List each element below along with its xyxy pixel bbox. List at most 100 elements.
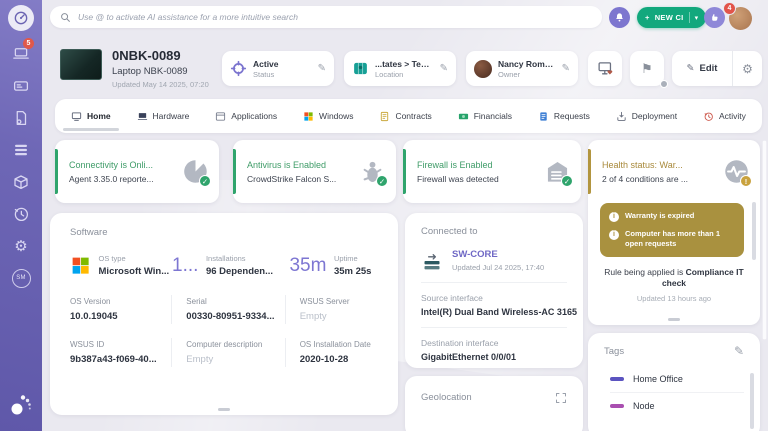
field-value: Empty bbox=[186, 354, 274, 365]
installations-sub: 96 Dependen... bbox=[206, 266, 282, 277]
warning-text: Computer has more than 1 open requests bbox=[625, 229, 735, 249]
connected-device-row[interactable]: SW-CORE Updated Jul 24 2025, 17:40 bbox=[421, 249, 567, 272]
notifications-button[interactable] bbox=[609, 7, 630, 28]
tab-home[interactable]: Home bbox=[71, 111, 111, 122]
field-computer-description: Computer description Empty bbox=[171, 338, 284, 367]
sidebar-item-sm[interactable]: SM bbox=[11, 268, 31, 288]
expand-icon[interactable] bbox=[555, 392, 567, 404]
new-ci-label: NEW CI bbox=[655, 13, 684, 22]
tab-activity[interactable]: Activity bbox=[703, 111, 746, 122]
devices-count-badge: 5 bbox=[23, 38, 34, 49]
new-ci-button[interactable]: + NEW CI ▾ bbox=[637, 7, 706, 28]
brand-logo bbox=[8, 392, 34, 418]
tags-scrollbar[interactable] bbox=[750, 373, 754, 429]
sidebar-item-database[interactable] bbox=[11, 140, 31, 160]
destination-interface-value: GigabitEthernet 0/0/01 bbox=[421, 352, 567, 362]
tags-panel: Tags ✎ Home Office Node bbox=[588, 333, 760, 431]
antivirus-status-card: Antivirus is Enabled CrowdStrike Falcon … bbox=[233, 140, 396, 203]
device-thumbnail bbox=[60, 49, 102, 80]
brand-spinner-icon bbox=[8, 392, 34, 418]
tab-contracts[interactable]: Contracts bbox=[379, 111, 431, 122]
connectivity-title: Connectivity is Onli... bbox=[69, 160, 154, 170]
geolocation-panel: Geolocation bbox=[405, 376, 583, 431]
info-bullet-icon: i bbox=[609, 212, 619, 222]
feedback-button[interactable] bbox=[704, 7, 725, 28]
edit-status-icon[interactable]: ✎ bbox=[318, 64, 326, 74]
field-os-version: OS Version 10.0.19045 bbox=[70, 295, 171, 324]
location-label: Location bbox=[375, 70, 434, 79]
field-value: 2020-10-28 bbox=[300, 354, 376, 365]
remote-monitor-button[interactable] bbox=[588, 51, 622, 86]
location-chip[interactable]: ...tates > Texas Location ✎ bbox=[344, 51, 456, 86]
status-chip[interactable]: Active Status ✎ bbox=[222, 51, 334, 86]
software-fields: OS Version 10.0.19045 Serial 00330-80951… bbox=[70, 295, 386, 367]
page-scrollbar[interactable] bbox=[762, 140, 767, 340]
tab-label: Contracts bbox=[395, 111, 431, 121]
requests-doc-icon bbox=[538, 111, 549, 122]
sidebar-item-history[interactable] bbox=[11, 204, 31, 224]
app-logo[interactable] bbox=[8, 5, 34, 31]
tab-hardware[interactable]: Hardware bbox=[137, 111, 190, 122]
tab-requests[interactable]: Requests bbox=[538, 111, 590, 122]
health-icon-wrap: ! bbox=[723, 158, 750, 185]
page-title: 0NBK-0089 bbox=[112, 48, 209, 63]
tab-windows[interactable]: Windows bbox=[303, 111, 353, 122]
tab-applications[interactable]: Applications bbox=[215, 111, 277, 122]
windows-logo-icon bbox=[70, 255, 91, 276]
connected-to-title: Connected to bbox=[421, 226, 567, 237]
source-interface-label: Source interface bbox=[421, 293, 567, 303]
edit-button[interactable]: ✎ Edit bbox=[672, 51, 732, 86]
field-value: 10.0.19045 bbox=[70, 311, 161, 322]
source-interface-value: Intel(R) Dual Band Wireless-AC 3165 bbox=[421, 307, 567, 317]
sidebar-item-contracts[interactable] bbox=[11, 108, 31, 128]
field-wsus-id: WSUS ID 9b387a43-f069-40... bbox=[70, 338, 171, 367]
tab-financials[interactable]: Financials bbox=[458, 111, 512, 122]
antivirus-title: Antivirus is Enabled bbox=[247, 160, 336, 170]
tag-item[interactable]: Node bbox=[610, 392, 744, 419]
edit-owner-icon[interactable]: ✎ bbox=[562, 64, 570, 74]
owner-avatar bbox=[474, 60, 492, 78]
field-label: WSUS Server bbox=[300, 297, 376, 306]
tab-label: Windows bbox=[319, 111, 353, 121]
connectivity-status-card: Connectivity is Onli... Agent 3.35.0 rep… bbox=[55, 140, 219, 203]
gear-icon: ⚙ bbox=[742, 62, 753, 76]
search-input[interactable] bbox=[78, 12, 592, 22]
gear-icon: ⚙ bbox=[14, 239, 27, 254]
tag-label: Node bbox=[633, 401, 655, 411]
connected-to-panel: Connected to SW-CORE Updated Jul 24 2025… bbox=[405, 213, 583, 368]
tab-label: Activity bbox=[719, 111, 746, 121]
check-badge: ✓ bbox=[561, 175, 573, 187]
sidebar-item-packages[interactable] bbox=[11, 172, 31, 192]
flag-button[interactable]: ⚑ bbox=[630, 51, 664, 86]
tab-label: Home bbox=[87, 111, 111, 121]
edit-location-icon[interactable]: ✎ bbox=[440, 64, 448, 74]
health-card-scrollbar[interactable] bbox=[752, 202, 756, 260]
owner-value: Nancy Romero bbox=[498, 59, 556, 69]
health-status-card: Health status: War... 2 of 4 conditions … bbox=[588, 140, 760, 325]
health-title: Health status: War... bbox=[602, 160, 688, 170]
pencil-icon: ✎ bbox=[687, 63, 695, 74]
field-os-installation-date: OS Installation Date 2020-10-28 bbox=[285, 338, 386, 367]
firewall-title: Firewall is Enabled bbox=[417, 160, 499, 170]
sidebar-item-devices[interactable]: 5 bbox=[11, 44, 31, 64]
connected-device-link[interactable]: SW-CORE bbox=[452, 249, 544, 260]
destination-interface-label: Destination interface bbox=[421, 338, 567, 348]
map-icon bbox=[352, 60, 369, 77]
scroll-hint bbox=[668, 318, 680, 321]
edit-tags-icon[interactable]: ✎ bbox=[734, 345, 744, 357]
warning-text: Warranty is expired bbox=[625, 211, 694, 222]
status-target-icon bbox=[230, 60, 247, 77]
owner-chip[interactable]: Nancy Romero Owner ✎ bbox=[466, 51, 578, 86]
tab-deployment[interactable]: Deployment bbox=[616, 111, 677, 122]
rule-prefix: Rule being applied is bbox=[604, 267, 683, 277]
device-settings-button[interactable]: ⚙ bbox=[732, 51, 762, 86]
tag-item[interactable]: Home Office bbox=[610, 365, 744, 392]
sidebar-item-settings[interactable]: ⚙ bbox=[11, 236, 31, 256]
sidebar-item-servers[interactable] bbox=[11, 76, 31, 96]
health-subtitle: 2 of 4 conditions are ... bbox=[602, 174, 688, 184]
flag-status-dot bbox=[660, 80, 668, 88]
scroll-hint bbox=[218, 408, 230, 411]
bell-icon bbox=[614, 12, 625, 23]
geolocation-title: Geolocation bbox=[421, 392, 472, 403]
field-value: 00330-80951-9334... bbox=[186, 311, 274, 322]
